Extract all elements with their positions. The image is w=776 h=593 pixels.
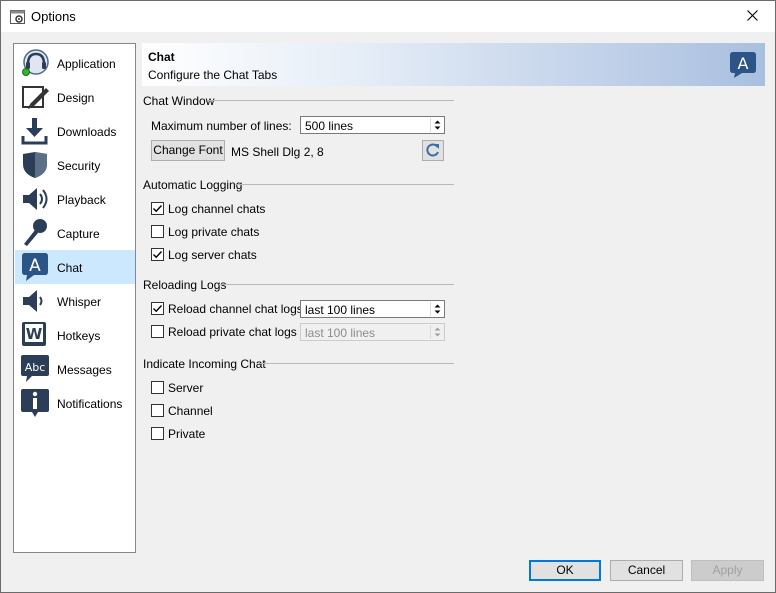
indicate-channel-label[interactable]: Channel xyxy=(168,404,213,418)
reload-private-label[interactable]: Reload private chat logs xyxy=(168,325,297,339)
sidebar-item-hotkeys[interactable]: W Hotkeys xyxy=(15,318,135,352)
spin-arrows-icon xyxy=(430,325,443,339)
chat-settings-panel: Chat Configure the Chat Tabs A Chat Wind… xyxy=(142,43,765,553)
pencil-design-icon xyxy=(20,82,50,112)
sidebar-item-label: Notifications xyxy=(57,397,123,411)
reload-private-dropdown[interactable]: last 100 lines xyxy=(300,323,445,341)
log-private-checkbox[interactable] xyxy=(151,225,164,238)
sidebar-item-whisper[interactable]: Whisper xyxy=(15,284,135,318)
chat-window-group-title: Chat Window xyxy=(143,94,215,108)
sidebar-item-downloads[interactable]: Downloads xyxy=(15,114,135,148)
log-private-label[interactable]: Log private chats xyxy=(168,225,259,239)
svg-text:Abc: Abc xyxy=(25,361,46,374)
apply-button[interactable]: Apply xyxy=(691,560,764,581)
log-channel-checkbox[interactable] xyxy=(151,202,164,215)
sidebar-item-design[interactable]: Design xyxy=(15,80,135,114)
indicate-server-checkbox[interactable] xyxy=(151,381,164,394)
sidebar-item-label: Chat xyxy=(57,261,83,275)
refresh-icon xyxy=(423,143,443,163)
change-font-button[interactable]: Change Font xyxy=(151,140,225,161)
incoming-chat-group-title: Indicate Incoming Chat xyxy=(143,357,266,371)
chat-bubble-icon: A xyxy=(20,252,50,282)
indicate-private-checkbox[interactable] xyxy=(151,427,164,440)
sidebar-item-security[interactable]: Security xyxy=(15,148,135,182)
sidebar-item-label: Messages xyxy=(57,363,112,377)
reload-channel-label[interactable]: Reload channel chat logs xyxy=(168,302,303,316)
reload-channel-checkbox[interactable] xyxy=(151,302,164,315)
options-dialog: Options Application Design Downloads Sec… xyxy=(0,0,776,593)
sidebar-item-label: Application xyxy=(57,57,116,71)
abc-message-icon: Abc xyxy=(20,354,50,384)
sidebar-item-label: Security xyxy=(57,159,101,173)
max-lines-stepper[interactable]: 500 lines xyxy=(300,116,445,134)
sidebar-item-label: Playback xyxy=(57,193,106,207)
window-title: Options xyxy=(31,9,76,24)
font-value: MS Shell Dlg 2, 8 xyxy=(231,145,324,159)
spin-arrows-icon[interactable] xyxy=(430,302,443,316)
sidebar-item-label: Design xyxy=(57,91,95,105)
indicate-channel-checkbox[interactable] xyxy=(151,404,164,417)
sidebar-item-notifications[interactable]: Notifications xyxy=(15,386,135,420)
whisper-speaker-icon xyxy=(20,286,50,316)
group-divider xyxy=(208,100,454,101)
info-icon xyxy=(20,388,50,418)
indicate-private-label[interactable]: Private xyxy=(168,427,205,441)
reload-private-checkbox[interactable] xyxy=(151,325,164,338)
max-lines-label: Maximum number of lines: xyxy=(151,119,292,133)
automatic-logging-group-title: Automatic Logging xyxy=(143,178,243,192)
sidebar-item-application[interactable]: Application xyxy=(15,46,135,80)
sidebar-item-playback[interactable]: Playback xyxy=(15,182,135,216)
reload-channel-dropdown[interactable]: last 100 lines xyxy=(300,300,445,318)
microphone-icon xyxy=(20,218,50,248)
cancel-button[interactable]: Cancel xyxy=(610,560,683,581)
group-divider xyxy=(259,363,454,364)
options-sidebar: Application Design Downloads Security Pl… xyxy=(13,43,136,553)
sidebar-item-label: Hotkeys xyxy=(57,329,101,343)
reset-font-button[interactable] xyxy=(422,140,444,161)
sidebar-item-messages[interactable]: Abc Messages xyxy=(15,352,135,386)
page-subtitle: Configure the Chat Tabs xyxy=(148,68,278,82)
settings-window-icon xyxy=(10,10,25,24)
close-button[interactable] xyxy=(730,1,775,32)
close-icon xyxy=(747,9,758,24)
teamspeak-application-icon xyxy=(20,48,50,78)
group-divider xyxy=(219,284,454,285)
group-divider xyxy=(235,184,454,185)
title-bar: Options xyxy=(1,1,775,32)
sidebar-item-label: Capture xyxy=(57,227,100,241)
reloading-logs-group-title: Reloading Logs xyxy=(143,278,227,292)
keyboard-w-key-icon: W xyxy=(20,320,50,350)
ok-button[interactable]: OK xyxy=(529,560,601,581)
svg-text:A: A xyxy=(738,54,749,73)
panel-header: Chat Configure the Chat Tabs A xyxy=(142,43,765,86)
shield-icon xyxy=(20,150,50,180)
page-title: Chat xyxy=(148,50,175,64)
log-server-label[interactable]: Log server chats xyxy=(168,248,257,262)
download-arrow-icon xyxy=(20,116,50,146)
sidebar-item-label: Whisper xyxy=(57,295,102,309)
sidebar-item-capture[interactable]: Capture xyxy=(15,216,135,250)
speaker-icon xyxy=(20,184,50,214)
svg-text:W: W xyxy=(26,325,43,343)
log-channel-label[interactable]: Log channel chats xyxy=(168,202,265,216)
sidebar-item-chat[interactable]: A Chat xyxy=(15,250,135,284)
indicate-server-label[interactable]: Server xyxy=(168,381,203,395)
chat-bubble-icon: A xyxy=(728,51,758,79)
sidebar-item-label: Downloads xyxy=(57,125,117,139)
svg-text:A: A xyxy=(29,256,41,276)
spin-arrows-icon[interactable] xyxy=(430,118,443,132)
log-server-checkbox[interactable] xyxy=(151,248,164,261)
